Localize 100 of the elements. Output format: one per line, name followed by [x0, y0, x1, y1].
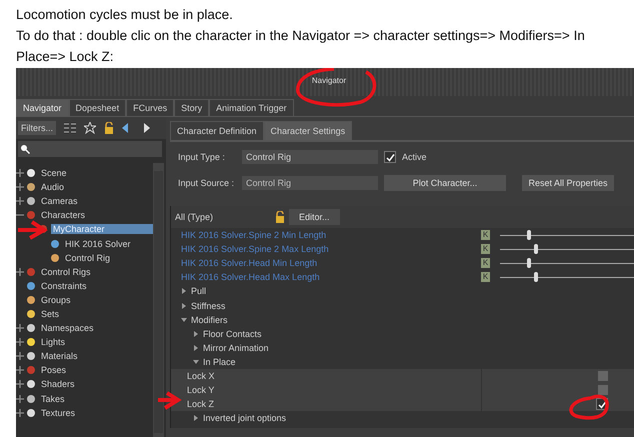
- group-label[interactable]: Mirror Animation: [203, 342, 269, 353]
- expand-icon[interactable]: [16, 268, 24, 276]
- key-button[interactable]: K: [481, 244, 490, 254]
- node-icon: [26, 294, 36, 305]
- node-icon: [26, 196, 36, 206]
- tree-item[interactable]: Cameras: [39, 196, 153, 206]
- node-icon: [26, 379, 36, 390]
- tab[interactable]: Navigator: [16, 99, 69, 116]
- key-button[interactable]: K: [481, 258, 490, 268]
- checkbox[interactable]: [598, 370, 608, 381]
- tree-item[interactable]: Shaders: [39, 379, 153, 390]
- property-label: HIK 2016 Solver.Spine 2 Min Length: [180, 230, 328, 240]
- list-icon[interactable]: [64, 123, 76, 133]
- tree-item[interactable]: Materials: [39, 351, 153, 362]
- checkbox[interactable]: [598, 385, 608, 396]
- checkmark-icon: [598, 400, 606, 409]
- caret-down-icon[interactable]: [181, 316, 187, 323]
- caret-right-icon[interactable]: [181, 302, 187, 309]
- group-label[interactable]: Modifiers: [191, 314, 228, 325]
- node-icon: [50, 238, 60, 249]
- window-title: Navigator: [312, 76, 346, 85]
- property-label: Lock X: [186, 370, 216, 381]
- caret-right-icon[interactable]: [181, 288, 187, 294]
- dropdown[interactable]: Control Rig: [242, 176, 378, 190]
- group-label[interactable]: In Place: [203, 356, 236, 367]
- dropdown[interactable]: All (Type): [175, 212, 271, 222]
- expand-icon[interactable]: [16, 380, 24, 388]
- group-label[interactable]: Inverted joint options: [203, 413, 286, 424]
- key-button[interactable]: K: [481, 230, 490, 240]
- tree-item[interactable]: Audio: [39, 182, 153, 192]
- tree-item[interactable]: Poses: [39, 365, 153, 376]
- tree-item[interactable]: Control Rigs: [39, 266, 153, 277]
- search-icon: [20, 144, 30, 154]
- tab[interactable]: Character Definition: [170, 121, 264, 140]
- tree-item[interactable]: Groups: [39, 294, 153, 305]
- reset-button[interactable]: Reset All Properties: [522, 175, 614, 191]
- expand-icon[interactable]: [16, 197, 24, 206]
- slider-thumb[interactable]: [526, 258, 531, 268]
- lock-icon[interactable]: [104, 122, 114, 134]
- node-icon: [26, 168, 36, 178]
- expand-icon[interactable]: [16, 366, 24, 374]
- tree-item[interactable]: Sets: [39, 308, 153, 319]
- node-icon: [26, 394, 36, 404]
- tab[interactable]: Dopesheet: [68, 99, 126, 116]
- tree-item[interactable]: HIK 2016 Solver: [63, 238, 153, 249]
- property-label: Lock Z: [186, 399, 216, 410]
- tree-item[interactable]: Control Rig: [63, 252, 153, 263]
- key-button[interactable]: K: [481, 272, 490, 282]
- scrollbar[interactable]: [153, 163, 164, 437]
- plot-button[interactable]: Plot Character...: [384, 175, 506, 191]
- annotation-arrow: [156, 391, 182, 410]
- tree-item[interactable]: Lights: [39, 337, 153, 348]
- group-label[interactable]: Pull: [191, 286, 206, 296]
- search-field[interactable]: [18, 141, 162, 157]
- property-label: HIK 2016 Solver.Head Min Length: [180, 258, 318, 268]
- expand-icon[interactable]: [16, 338, 24, 346]
- group-label[interactable]: Floor Contacts: [203, 328, 262, 339]
- editor-button[interactable]: Editor...: [289, 209, 340, 225]
- dropdown[interactable]: Control Rig: [242, 150, 378, 164]
- lock-icon[interactable]: [275, 211, 285, 223]
- tab[interactable]: Story: [174, 99, 210, 116]
- expand-icon[interactable]: [16, 408, 24, 417]
- tree-item[interactable]: Namespaces: [39, 323, 153, 334]
- tree-item[interactable]: Characters: [39, 210, 153, 220]
- tab[interactable]: Character Settings: [264, 121, 352, 140]
- checkbox[interactable]: [384, 151, 396, 163]
- tree-item[interactable]: Takes: [39, 394, 153, 404]
- star-icon[interactable]: [84, 122, 96, 134]
- expand-icon[interactable]: [16, 394, 24, 403]
- tab[interactable]: Animation Trigger: [209, 99, 294, 116]
- filters-button[interactable]: Filters...: [18, 121, 56, 135]
- node-icon: [26, 351, 36, 362]
- property-label: Lock Y: [186, 385, 216, 396]
- node-icon: [50, 252, 60, 263]
- slider-thumb[interactable]: [526, 230, 531, 240]
- caret-right-icon[interactable]: [193, 415, 199, 422]
- caret-right-icon[interactable]: [193, 344, 199, 351]
- property-label: HIK 2016 Solver.Spine 2 Max Length: [180, 244, 330, 254]
- tree-item[interactable]: Scene: [39, 168, 153, 178]
- node-icon: [26, 308, 36, 319]
- group-label[interactable]: Stiffness: [191, 300, 226, 311]
- expand-icon[interactable]: [16, 169, 24, 178]
- instruction-text: To do that : double clic on the character in the Navigator => character settings=> Modifiers=> In Place=> Lock Z:: [16, 27, 586, 66]
- expand-icon[interactable]: [16, 352, 24, 360]
- tab[interactable]: FCurves: [126, 99, 174, 116]
- checkmark-icon: [386, 152, 394, 162]
- slider-thumb[interactable]: [534, 244, 538, 254]
- node-icon: [26, 408, 36, 418]
- slider-thumb[interactable]: [534, 272, 538, 282]
- caret-right-icon[interactable]: [193, 330, 199, 337]
- tree-item[interactable]: Textures: [39, 408, 153, 418]
- annotation-arrow: [16, 220, 48, 240]
- field-label: Input Type :: [178, 152, 226, 162]
- expand-icon[interactable]: [16, 183, 24, 192]
- node-icon: [26, 210, 36, 220]
- tree-item[interactable]: Constraints: [39, 280, 153, 291]
- caret-down-icon[interactable]: [193, 358, 199, 365]
- instruction-text: Locomotion cycles must be in place.: [16, 6, 234, 24]
- checkbox-label: Active: [402, 152, 427, 162]
- expand-icon[interactable]: [16, 324, 24, 332]
